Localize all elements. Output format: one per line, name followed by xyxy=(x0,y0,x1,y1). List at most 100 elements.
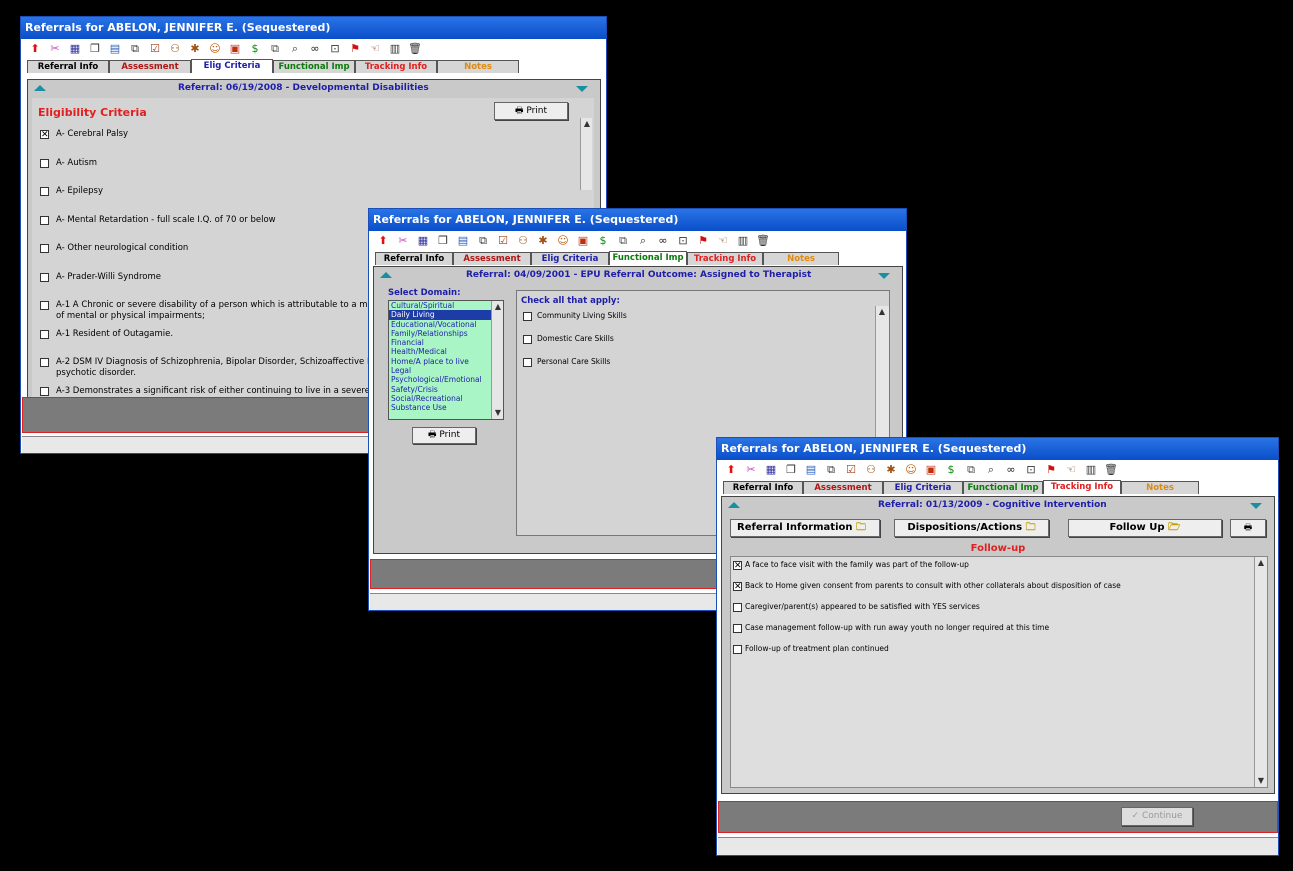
scroll-up-icon[interactable]: ▲ xyxy=(582,119,592,129)
tab-tracking-info[interactable]: Tracking Info xyxy=(1043,480,1121,494)
subtab-dispositions-actions[interactable]: Dispositions/Actions 🗀 xyxy=(894,519,1049,537)
scrollbar[interactable]: ▲ xyxy=(580,118,592,190)
followup-checkbox[interactable]: ✕ xyxy=(733,582,742,592)
scissors-icon[interactable]: ✂ xyxy=(743,462,759,478)
book-icon[interactable]: ▣ xyxy=(923,462,939,478)
domain-item[interactable]: Legal xyxy=(389,366,491,375)
followup-checkbox[interactable] xyxy=(733,645,742,654)
domain-listbox[interactable]: Cultural/Spiritual Daily Living Educationa… xyxy=(388,300,504,420)
hand-pointer-icon[interactable]: ☜ xyxy=(1063,462,1079,478)
red-flag-icon[interactable]: ⚑ xyxy=(1043,462,1059,478)
copy-icon[interactable]: ⧉ xyxy=(475,233,491,249)
domain-scrollbar[interactable]: ▲ ▼ xyxy=(491,301,503,419)
tab-notes[interactable]: Notes xyxy=(1121,481,1199,494)
window-title[interactable]: Referrals for ABELON, JENNIFER E. (Seque… xyxy=(717,438,1278,460)
hand-pointer-icon[interactable]: ☜ xyxy=(367,41,383,57)
domain-item[interactable]: Safety/Crisis xyxy=(389,385,491,394)
collapse-up-icon[interactable] xyxy=(728,502,740,508)
people-icon[interactable]: ⚇ xyxy=(863,462,879,478)
window-title[interactable]: Referrals for ABELON, JENNIFER E. (Seque… xyxy=(369,209,906,231)
tags-icon[interactable]: ✱ xyxy=(535,233,551,249)
print-button[interactable]: 🖶 Print xyxy=(412,427,476,444)
tab-notes[interactable]: Notes xyxy=(437,60,519,73)
tab-referral-info[interactable]: Referral Info xyxy=(27,60,109,73)
book-icon[interactable]: ▣ xyxy=(575,233,591,249)
checklist-icon[interactable]: ☑ xyxy=(495,233,511,249)
skill-checkbox[interactable] xyxy=(523,312,532,321)
expand-down-icon[interactable] xyxy=(576,86,588,92)
tab-elig-criteria[interactable]: Elig Criteria xyxy=(531,252,609,265)
domain-item[interactable]: Substance Use xyxy=(389,403,491,412)
binoculars-icon[interactable]: ∞ xyxy=(307,41,323,57)
document-icon[interactable]: ▤ xyxy=(803,462,819,478)
tab-functional-imp[interactable]: Functional Imp xyxy=(273,60,355,73)
criteria-checkbox[interactable] xyxy=(40,272,49,282)
criteria-checkbox[interactable] xyxy=(40,301,49,310)
checklist-icon[interactable]: ☑ xyxy=(147,41,163,57)
tab-assessment[interactable]: Assessment xyxy=(453,252,531,265)
duplicate-icon[interactable]: ⧉ xyxy=(615,233,631,249)
followup-scrollbar[interactable]: ▲ ▼ xyxy=(1254,557,1267,787)
tab-elig-criteria[interactable]: Elig Criteria xyxy=(883,481,963,494)
skill-checkbox[interactable] xyxy=(523,358,532,367)
trash-icon[interactable]: 🗑 xyxy=(755,233,771,249)
up-arrow-icon[interactable]: ⬆ xyxy=(375,233,391,249)
domain-item[interactable]: Cultural/Spiritual xyxy=(389,301,491,310)
criteria-checkbox[interactable]: ✕ xyxy=(40,130,49,140)
copy-icon[interactable]: ⧉ xyxy=(127,41,143,57)
document-icon[interactable]: ▤ xyxy=(107,41,123,57)
up-arrow-icon[interactable]: ⬆ xyxy=(723,462,739,478)
face-icon[interactable]: ☺ xyxy=(207,41,223,57)
hand-pointer-icon[interactable]: ☜ xyxy=(715,233,731,249)
criteria-checkbox[interactable] xyxy=(40,244,49,253)
criteria-checkbox[interactable] xyxy=(40,358,49,367)
columns-icon[interactable]: ▥ xyxy=(735,233,751,249)
red-flag-icon[interactable]: ⚑ xyxy=(347,41,363,57)
scroll-down-icon[interactable]: ▼ xyxy=(1256,776,1266,786)
domain-item[interactable]: Family/Relationships xyxy=(389,329,491,338)
grid-icon[interactable]: ▦ xyxy=(415,233,431,249)
subtab-follow-up[interactable]: Follow Up 🗁 xyxy=(1068,519,1222,537)
followup-checkbox[interactable] xyxy=(733,603,742,612)
tab-elig-criteria[interactable]: Elig Criteria xyxy=(191,59,273,73)
print-button[interactable]: 🖶 xyxy=(1230,519,1266,537)
scroll-up-icon[interactable]: ▲ xyxy=(1256,558,1266,568)
tags-icon[interactable]: ✱ xyxy=(187,41,203,57)
tab-tracking-info[interactable]: Tracking Info xyxy=(687,252,763,265)
domain-item[interactable]: Psychological/Emotional xyxy=(389,375,491,384)
lock-doc-icon[interactable]: ⊡ xyxy=(1023,462,1039,478)
continue-button[interactable]: ✓ Continue xyxy=(1121,807,1193,826)
tab-functional-imp[interactable]: Functional Imp xyxy=(609,251,687,265)
criteria-checkbox[interactable] xyxy=(40,329,49,339)
checklist-icon[interactable]: ☑ xyxy=(843,462,859,478)
domain-item[interactable]: Home/A place to live xyxy=(389,357,491,366)
domain-item[interactable]: Daily Living xyxy=(389,310,491,320)
columns-icon[interactable]: ▥ xyxy=(387,41,403,57)
criteria-checkbox[interactable] xyxy=(40,215,49,225)
scroll-down-icon[interactable]: ▼ xyxy=(493,408,503,418)
followup-checkbox[interactable]: ✕ xyxy=(733,561,742,571)
grid-icon[interactable]: ▦ xyxy=(763,462,779,478)
followup-checkbox[interactable] xyxy=(733,624,742,633)
people-icon[interactable]: ⚇ xyxy=(515,233,531,249)
scroll-up-icon[interactable]: ▲ xyxy=(493,302,503,312)
search-doc-icon[interactable]: ⌕ xyxy=(287,41,303,57)
search-doc-icon[interactable]: ⌕ xyxy=(983,462,999,478)
tab-functional-imp[interactable]: Functional Imp xyxy=(963,481,1043,494)
columns-icon[interactable]: ▥ xyxy=(1083,462,1099,478)
collapse-up-icon[interactable] xyxy=(34,85,46,91)
scissors-icon[interactable]: ✂ xyxy=(395,233,411,249)
book-icon[interactable]: ▣ xyxy=(227,41,243,57)
scissors-icon[interactable]: ✂ xyxy=(47,41,63,57)
tags-icon[interactable]: ✱ xyxy=(883,462,899,478)
tab-tracking-info[interactable]: Tracking Info xyxy=(355,60,437,73)
document-icon[interactable]: ▤ xyxy=(455,233,471,249)
criteria-checkbox[interactable] xyxy=(40,158,49,168)
duplicate-icon[interactable]: ⧉ xyxy=(963,462,979,478)
window-icon[interactable]: ❐ xyxy=(783,462,799,478)
domain-item[interactable]: Financial xyxy=(389,338,491,347)
skill-checkbox[interactable] xyxy=(523,335,532,344)
tab-assessment[interactable]: Assessment xyxy=(803,481,883,494)
criteria-checkbox[interactable] xyxy=(40,386,49,396)
window-title[interactable]: Referrals for ABELON, JENNIFER E. (Seque… xyxy=(21,17,606,39)
